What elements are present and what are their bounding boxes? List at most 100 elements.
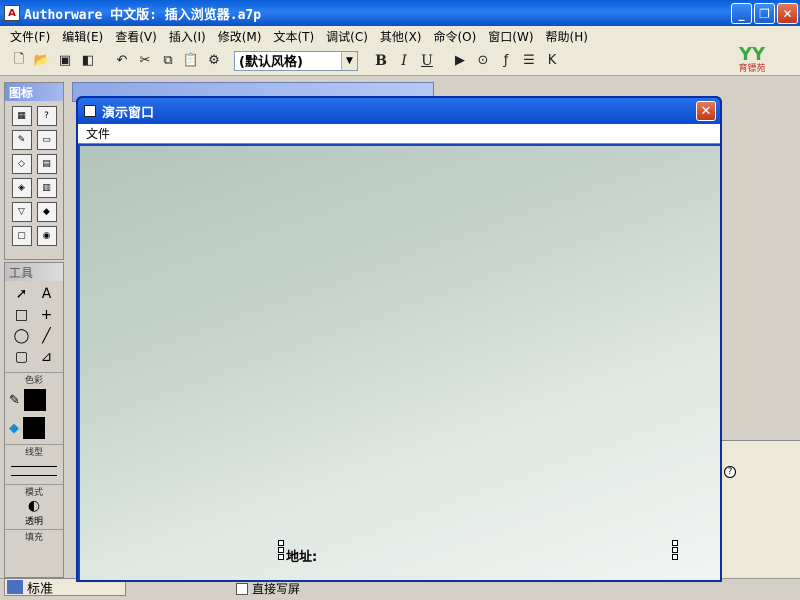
menu-debug[interactable]: 调试(C) <box>320 28 374 45</box>
line-tool-icon[interactable]: ╱ <box>34 327 59 345</box>
logo-text: 育镖苑 <box>738 64 766 74</box>
mode-icon[interactable]: ◐ <box>5 498 63 514</box>
restart-icon[interactable]: ▶ <box>449 50 471 72</box>
open-file-icon[interactable]: 📂 <box>31 50 53 72</box>
presentation-close-button[interactable]: ✕ <box>696 101 716 121</box>
menu-commands[interactable]: 命令(O) <box>427 28 482 45</box>
undo-icon[interactable]: ↶ <box>111 50 133 72</box>
mode-icon <box>7 580 23 594</box>
text-tool-icon[interactable]: A <box>34 285 59 303</box>
brand-logo: YY 育镖苑 <box>724 46 780 76</box>
menu-text[interactable]: 文本(T) <box>267 28 320 45</box>
selection-handle[interactable] <box>672 547 678 553</box>
direct-to-screen-option[interactable]: 直接写屏 <box>236 580 300 597</box>
tools-grid: ➚ A □ + ◯ ╱ ▢ ⊿ <box>5 281 63 370</box>
presentation-menu-file[interactable]: 文件 <box>86 125 110 142</box>
paste-icon[interactable]: 📋 <box>180 50 202 72</box>
import-icon[interactable]: ◧ <box>77 50 99 72</box>
line-color-swatch[interactable] <box>23 389 46 411</box>
tools-palette-title: 工具 <box>5 263 63 281</box>
pencil-icon: ✎ <box>9 392 20 408</box>
line-color-row: ✎ <box>5 386 63 414</box>
presentation-title: 演示窗口 <box>102 105 155 121</box>
presentation-stage[interactable]: 地址: <box>80 146 720 580</box>
interaction-icon[interactable]: ▥ <box>36 178 57 198</box>
menu-window[interactable]: 窗口(W) <box>482 28 539 45</box>
color-section-label: 色彩 <box>5 372 63 386</box>
help-icon[interactable]: ? <box>724 466 736 478</box>
menu-modify[interactable]: 修改(M) <box>212 28 268 45</box>
line-style-option[interactable] <box>11 475 57 476</box>
function-window-icon[interactable]: ƒ <box>495 50 517 72</box>
menu-file[interactable]: 文件(F) <box>4 28 56 45</box>
control-panel-icon[interactable]: ⊙ <box>472 50 494 72</box>
ellipse-tool-icon[interactable]: ◯ <box>9 327 34 345</box>
selection-handles-right <box>672 540 678 560</box>
close-button[interactable]: ✕ <box>777 3 798 24</box>
minimize-button[interactable]: _ <box>731 3 752 24</box>
cut-icon[interactable]: ✂ <box>134 50 156 72</box>
direct-to-screen-label: 直接写屏 <box>252 582 301 596</box>
rounded-rect-tool-icon[interactable]: ▢ <box>9 348 34 366</box>
fill-label: 填充 <box>5 529 63 543</box>
pointer-tool-icon[interactable]: ➚ <box>9 285 34 303</box>
underline-button[interactable]: U <box>416 50 438 72</box>
decision-icon[interactable]: ◈ <box>11 178 32 198</box>
selection-handle[interactable] <box>672 540 678 546</box>
properties-panel <box>722 440 800 580</box>
selection-handle[interactable] <box>672 554 678 560</box>
restore-button[interactable]: ❐ <box>754 3 775 24</box>
digital-movie-icon[interactable]: ▢ <box>11 226 32 246</box>
polygon-tool-icon[interactable]: ⊿ <box>34 348 59 366</box>
text-style-select[interactable]: (默认风格) ▼ <box>234 50 358 71</box>
selection-handle[interactable] <box>278 540 284 546</box>
menu-bar: 文件(F) 编辑(E) 查看(V) 插入(I) 修改(M) 文本(T) 调试(C… <box>0 26 800 46</box>
logo-mark: YY <box>738 44 766 65</box>
paint-bucket-icon: ◆ <box>9 420 19 436</box>
fill-color-swatch[interactable] <box>23 417 45 439</box>
calculation-icon[interactable]: ▽ <box>11 202 32 222</box>
title-bar: A Authorware 中文版: 插入浏览器.a7p _ ❐ ✕ <box>0 0 800 26</box>
menu-view[interactable]: 查看(V) <box>109 28 163 45</box>
erase-icon[interactable]: ✎ <box>11 130 32 150</box>
variable-window-icon[interactable]: ☰ <box>518 50 540 72</box>
copy-icon[interactable]: ⧉ <box>157 50 179 72</box>
toolbar: 🗋 📂 ▣ ◧ ↶ ✂ ⧉ 📋 ⚙ (默认风格) ▼ B I U ▶ ⊙ ƒ ☰… <box>0 46 800 76</box>
authorware-app-icon: A <box>4 5 20 21</box>
direct-to-screen-checkbox[interactable] <box>236 582 248 595</box>
new-file-icon[interactable]: 🗋 <box>8 50 30 72</box>
presentation-titlebar[interactable]: 演示窗口 <box>78 98 720 124</box>
line-style-option[interactable] <box>11 466 57 467</box>
crosshair-tool-icon[interactable]: + <box>34 306 59 324</box>
menu-help[interactable]: 帮助(H) <box>540 28 594 45</box>
address-label: 地址: <box>286 550 318 565</box>
presentation-menu-bar: 文件 <box>78 124 720 144</box>
menu-edit[interactable]: 编辑(E) <box>56 28 109 45</box>
text-style-value: (默认风格) <box>239 55 303 70</box>
dvd-icon[interactable]: ◉ <box>36 226 57 246</box>
selection-handle[interactable] <box>278 554 284 560</box>
chevron-down-icon[interactable]: ▼ <box>341 51 357 70</box>
map-icon[interactable]: ◆ <box>36 202 57 222</box>
italic-button[interactable]: I <box>393 50 415 72</box>
menu-other[interactable]: 其他(X) <box>374 28 428 45</box>
mode-label: 模式 <box>5 484 63 498</box>
presentation-window-icon <box>84 105 96 117</box>
motion-icon[interactable]: ? <box>36 106 57 126</box>
selection-handles-left <box>278 540 284 560</box>
bold-button[interactable]: B <box>370 50 392 72</box>
mode-text: 标准 <box>27 581 54 597</box>
selection-handle[interactable] <box>278 547 284 553</box>
wait-icon[interactable]: ▭ <box>36 130 57 150</box>
rectangle-tool-icon[interactable]: □ <box>9 306 34 324</box>
mode-value: 透明 <box>24 517 43 527</box>
tools-palette: 工具 ➚ A □ + ◯ ╱ ▢ ⊿ 色彩 ✎ ◆ 线型 模式 ◐ 透明 填充 <box>4 262 64 578</box>
navigate-icon[interactable]: ◇ <box>11 154 32 174</box>
knowledge-object-icon[interactable]: K <box>541 50 563 72</box>
menu-insert[interactable]: 插入(I) <box>163 28 212 45</box>
display-icon[interactable]: ▦ <box>11 106 32 126</box>
find-icon[interactable]: ⚙ <box>203 50 225 72</box>
framework-icon[interactable]: ▤ <box>36 154 57 174</box>
save-all-icon[interactable]: ▣ <box>54 50 76 72</box>
